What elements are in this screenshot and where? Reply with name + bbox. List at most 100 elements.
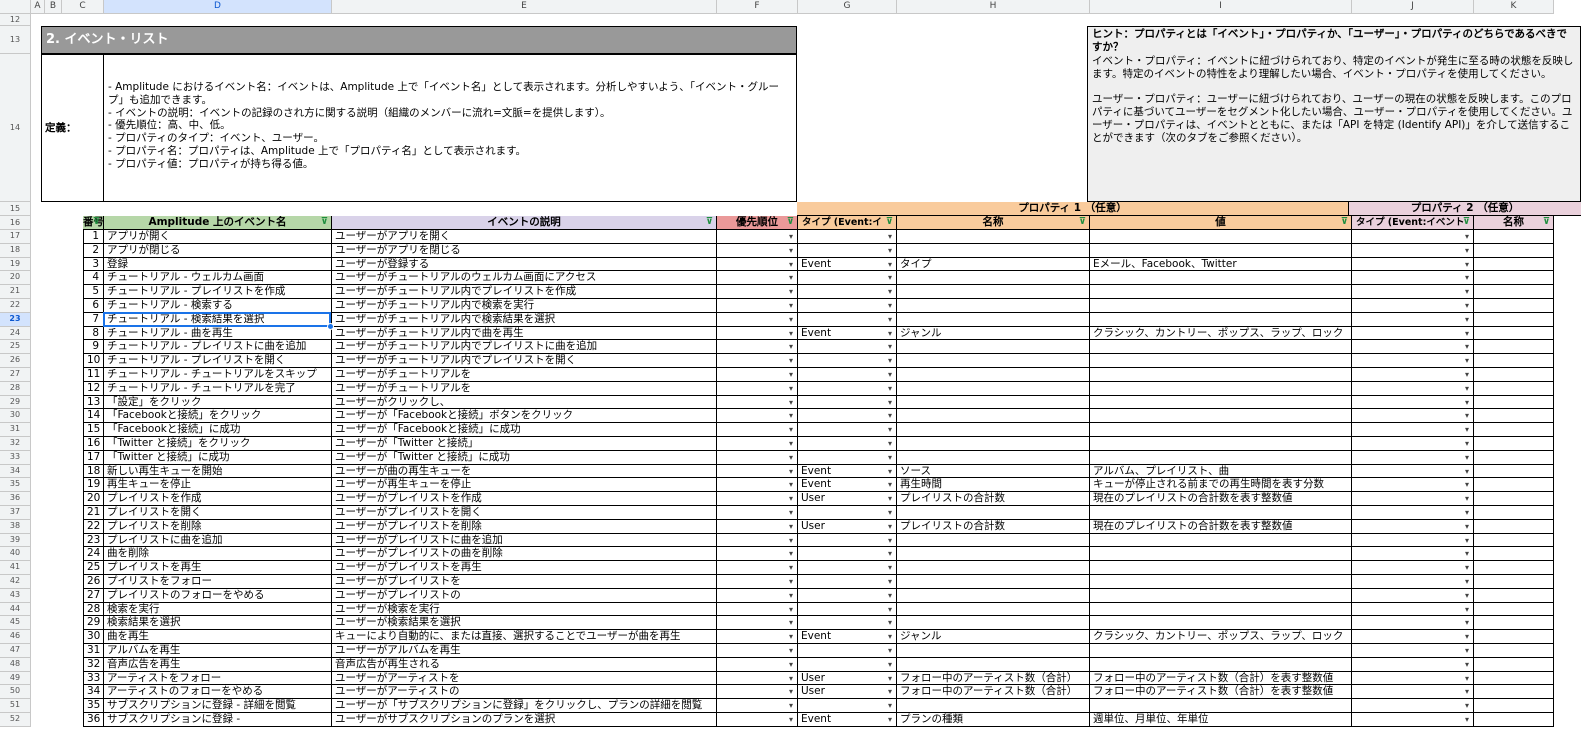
prop2-type-dropdown[interactable] [1352,299,1474,313]
column-header-D[interactable]: D [104,0,332,14]
priority-dropdown[interactable] [717,547,798,562]
prop1-name-cell[interactable] [897,271,1090,286]
event-name-cell[interactable]: 曲を再生 [104,630,332,644]
event-description-cell[interactable]: ユーザーが「Facebookと接続」に成功 [332,423,717,437]
prop1-type-dropdown[interactable] [798,602,897,617]
prop1-type-dropdown[interactable] [798,285,897,299]
row-header-24[interactable]: 24 [0,326,31,341]
prop2-type-dropdown[interactable] [1352,312,1474,327]
prop2-name-cell[interactable] [1474,657,1554,672]
prop2-name-cell[interactable] [1474,299,1554,313]
priority-dropdown[interactable] [717,243,798,258]
row-header-41[interactable]: 41 [0,561,31,575]
prop2-name-cell[interactable] [1474,450,1554,465]
prop1-type-dropdown[interactable] [798,354,897,368]
prop1-name-cell[interactable] [897,340,1090,355]
row-header-32[interactable]: 32 [0,437,31,451]
prop1-value-cell[interactable] [1090,395,1352,410]
priority-dropdown[interactable] [717,478,798,493]
prop2-type-dropdown[interactable] [1352,340,1474,355]
priority-dropdown[interactable] [717,519,798,534]
row-header-47[interactable]: 47 [0,644,31,658]
priority-dropdown[interactable] [717,492,798,506]
row-header-17[interactable]: 17 [0,230,31,244]
prop1-name-cell[interactable] [897,299,1090,313]
prop1-type-dropdown[interactable] [798,588,897,603]
prop2-name-cell[interactable] [1474,395,1554,410]
prop2-type-dropdown[interactable] [1352,423,1474,437]
event-name-cell[interactable]: 「Facebookと接続」をクリック [104,409,332,424]
priority-dropdown[interactable] [717,671,798,686]
event-description-cell[interactable]: ユーザーが「Facebookと接続」ボタンをクリック [332,409,717,424]
prop2-type-dropdown[interactable] [1352,326,1474,341]
prop2-type-dropdown[interactable] [1352,575,1474,589]
prop2-type-dropdown[interactable] [1352,464,1474,479]
prop1-value-cell[interactable]: Eメール、Facebook、Twitter [1090,257,1352,272]
event-description-cell[interactable]: ユーザーがアルバムを再生 [332,644,717,658]
event-name-cell[interactable]: チュートリアル - チュートリアルをスキップ [104,368,332,382]
event-name-cell[interactable]: チュートリアル - プレイリストに曲を追加 [104,340,332,355]
prop1-name-cell[interactable]: フォロー中のアーティスト数（合計） [897,685,1090,700]
header-prop1-type[interactable]: タイプ (Event:イ [798,216,897,230]
prop1-value-cell[interactable] [1090,561,1352,575]
row-header-34[interactable]: 34 [0,464,31,479]
select-all-corner[interactable] [0,0,31,14]
event-name-cell[interactable]: プレイリストに曲を追加 [104,533,332,548]
event-name-cell[interactable]: チュートリアル - プレイリストを開く [104,354,332,368]
prop1-value-cell[interactable] [1090,340,1352,355]
event-description-cell[interactable]: ユーザーがチュートリアル内でプレイリストを作成 [332,285,717,299]
prop2-name-cell[interactable] [1474,437,1554,451]
event-description-cell[interactable]: ユーザーが曲の再生キューを [332,464,717,479]
row-number[interactable]: 13 [83,395,104,410]
priority-dropdown[interactable] [717,437,798,451]
header-event-name[interactable]: Amplitude 上のイベント名 [104,216,332,230]
row-number[interactable]: 14 [83,409,104,424]
prop1-value-cell[interactable] [1090,409,1352,424]
prop2-name-cell[interactable] [1474,519,1554,534]
header-prop1-value[interactable]: 値 [1090,216,1352,230]
row-number[interactable]: 16 [83,437,104,451]
prop1-value-cell[interactable] [1090,354,1352,368]
prop1-type-dropdown[interactable]: Event [798,326,897,341]
row-number[interactable]: 35 [83,699,104,713]
prop1-type-dropdown[interactable] [798,533,897,548]
prop1-type-dropdown[interactable] [798,395,897,410]
prop1-name-cell[interactable] [897,699,1090,713]
priority-dropdown[interactable] [717,395,798,410]
event-name-cell[interactable]: 再生キューを停止 [104,478,332,493]
row-header-23[interactable]: 23 [0,312,31,327]
prop1-name-cell[interactable] [897,437,1090,451]
priority-dropdown[interactable] [717,326,798,341]
prop2-type-dropdown[interactable] [1352,616,1474,631]
prop1-value-cell[interactable] [1090,588,1352,603]
prop1-name-cell[interactable] [897,243,1090,258]
event-name-cell[interactable]: 登録 [104,257,332,272]
prop2-type-dropdown[interactable] [1352,354,1474,368]
event-name-cell[interactable]: 検索結果を選択 [104,616,332,631]
row-header-16[interactable]: 16 [0,216,31,230]
row-number[interactable]: 34 [83,685,104,700]
prop2-type-dropdown[interactable] [1352,588,1474,603]
column-header-K[interactable]: K [1474,0,1554,14]
prop2-name-cell[interactable] [1474,257,1554,272]
prop2-type-dropdown[interactable] [1352,243,1474,258]
prop1-name-cell[interactable] [897,368,1090,382]
priority-dropdown[interactable] [717,561,798,575]
event-description-cell[interactable]: ユーザーが「Twitter と接続」 [332,437,717,451]
event-description-cell[interactable]: ユーザーが「Twitter と接続」に成功 [332,450,717,465]
header-prop2-name[interactable]: 名称 [1474,216,1554,230]
prop2-name-cell[interactable] [1474,285,1554,299]
event-description-cell[interactable]: ユーザーがチュートリアル内で検索を実行 [332,299,717,313]
prop1-value-cell[interactable] [1090,381,1352,396]
prop1-name-cell[interactable] [897,230,1090,244]
prop1-name-cell[interactable] [897,616,1090,631]
prop2-name-cell[interactable] [1474,588,1554,603]
prop2-name-cell[interactable] [1474,630,1554,644]
prop1-type-dropdown[interactable] [798,699,897,713]
prop2-type-dropdown[interactable] [1352,644,1474,658]
row-number[interactable]: 8 [83,326,104,341]
prop1-name-cell[interactable]: プレイリストの合計数 [897,492,1090,506]
prop1-type-dropdown[interactable] [798,230,897,244]
row-header-14[interactable]: 14 [0,54,31,202]
column-header-A[interactable]: A [31,0,45,14]
